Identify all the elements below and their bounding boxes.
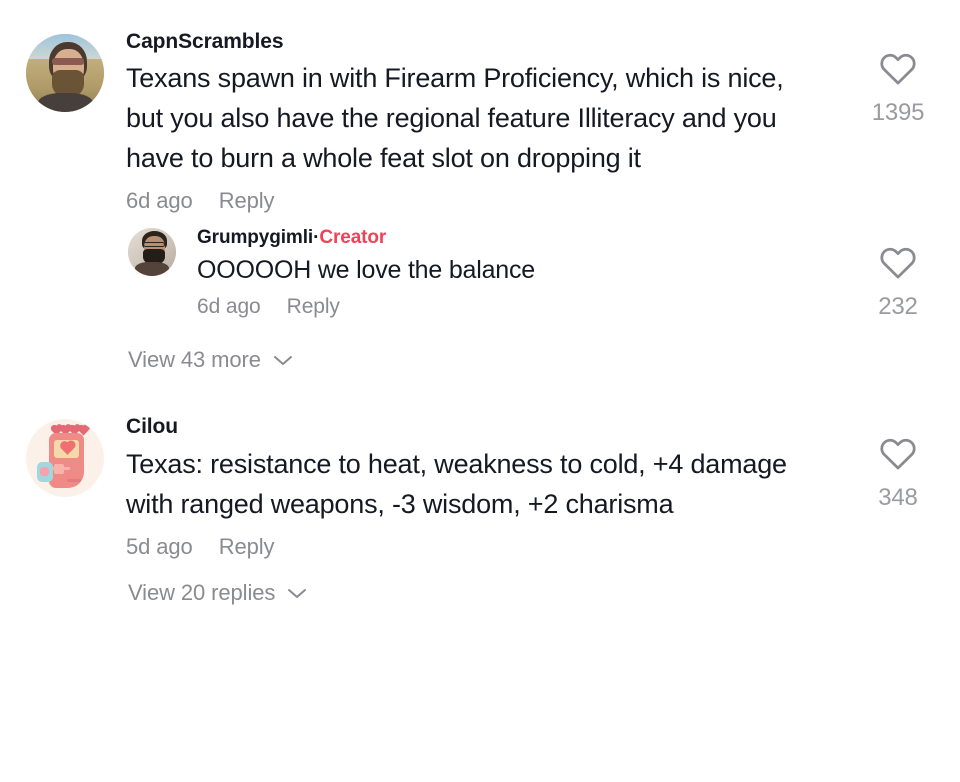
comment-username-row: Grumpygimli·Creator bbox=[197, 226, 860, 251]
avatar-console-speaker bbox=[66, 478, 81, 483]
like-count: 1395 bbox=[871, 99, 925, 126]
view-more-label: View 43 more bbox=[128, 347, 261, 373]
heart-outline-icon[interactable] bbox=[878, 244, 918, 285]
avatar-shirt bbox=[38, 93, 94, 112]
view-more-label: View 20 replies bbox=[128, 579, 276, 605]
comment-body: Cilou Texas: resistance to heat, weaknes… bbox=[104, 413, 860, 559]
comment-list: CapnScrambles Texans spawn in with Firea… bbox=[0, 0, 960, 606]
like-column: 1395 bbox=[860, 50, 936, 127]
reply-button[interactable]: Reply bbox=[219, 188, 275, 214]
comment-timestamp: 5d ago bbox=[126, 533, 193, 559]
avatar-sunglasses bbox=[51, 58, 85, 66]
comment-timestamp: 6d ago bbox=[197, 294, 261, 318]
heart-outline-icon[interactable] bbox=[878, 435, 918, 476]
view-more-replies-button[interactable]: View 43 more bbox=[0, 347, 960, 373]
comment-item: CapnScrambles Texans spawn in with Firea… bbox=[0, 28, 960, 214]
comment-text: Texas: resistance to heat, weakness to c… bbox=[126, 448, 787, 519]
avatar-console-dpad bbox=[48, 463, 70, 474]
avatar-charm bbox=[36, 462, 53, 482]
creator-badge: Creator bbox=[319, 227, 387, 249]
like-column: 232 bbox=[860, 244, 936, 321]
avatar[interactable] bbox=[26, 34, 104, 112]
comment-username[interactable]: CapnScrambles bbox=[126, 28, 860, 55]
avatar-console-button-b bbox=[77, 468, 83, 474]
avatar-glasses bbox=[143, 242, 166, 247]
comment-text: OOOOOH we love the balance bbox=[197, 255, 536, 284]
comment-item: Cilou Texas: resistance to heat, weaknes… bbox=[0, 413, 960, 559]
like-count: 232 bbox=[878, 293, 918, 321]
comment-reply-item: Grumpygimli·Creator OOOOOH we love the b… bbox=[0, 226, 960, 321]
reply-button[interactable]: Reply bbox=[287, 295, 340, 319]
chevron-down-icon bbox=[272, 353, 294, 367]
heart-outline-icon[interactable] bbox=[878, 50, 918, 91]
comment-username[interactable]: Cilou bbox=[126, 413, 860, 440]
comment-body: Grumpygimli·Creator OOOOOH we love the b… bbox=[176, 226, 860, 319]
comment-meta: 6d ago Reply bbox=[126, 188, 860, 214]
avatar-torso bbox=[134, 261, 170, 277]
view-more-replies-button[interactable]: View 20 replies bbox=[0, 580, 960, 606]
comment-timestamp: 6d ago bbox=[126, 188, 193, 214]
like-count: 348 bbox=[878, 484, 918, 512]
comment-body: CapnScrambles Texans spawn in with Firea… bbox=[104, 28, 860, 214]
avatar[interactable] bbox=[128, 228, 176, 277]
comment-username[interactable]: Grumpygimli bbox=[197, 227, 313, 248]
comment-text: Texans spawn in with Firearm Proficiency… bbox=[126, 63, 784, 174]
comment-meta: 6d ago Reply bbox=[197, 295, 860, 319]
like-column: 348 bbox=[860, 435, 936, 512]
chevron-down-icon bbox=[286, 586, 308, 600]
reply-button[interactable]: Reply bbox=[219, 534, 275, 560]
comment-meta: 5d ago Reply bbox=[126, 534, 860, 560]
avatar[interactable] bbox=[26, 419, 104, 498]
